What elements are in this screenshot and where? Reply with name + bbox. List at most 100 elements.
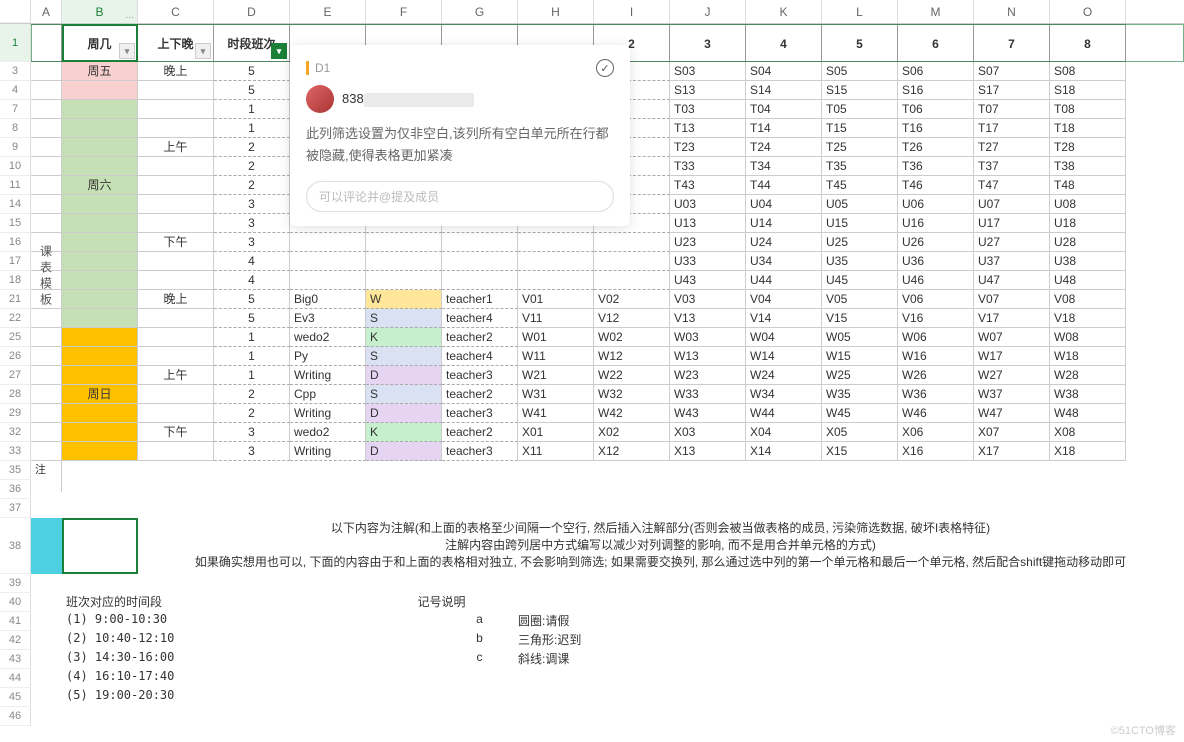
session[interactable]: 下午 [138, 233, 214, 252]
cell[interactable]: U23 [670, 233, 746, 252]
cell[interactable]: V18 [1050, 309, 1126, 328]
cell-a1[interactable] [31, 24, 62, 62]
cell[interactable]: T35 [822, 157, 898, 176]
row-head[interactable]: 3 [0, 62, 31, 81]
cell[interactable]: T28 [1050, 138, 1126, 157]
day-saturday[interactable] [62, 100, 138, 119]
header-5[interactable]: 5 [822, 24, 898, 62]
row-head[interactable]: 10 [0, 157, 31, 176]
cell[interactable]: S03 [670, 62, 746, 81]
header-3[interactable]: 3 [670, 24, 746, 62]
slot[interactable]: 2 [214, 138, 290, 157]
cell[interactable]: T46 [898, 176, 974, 195]
comment-reply-input[interactable]: 可以评论并@提及成员 [306, 181, 614, 212]
cell[interactable]: W07 [974, 328, 1050, 347]
cell[interactable]: W37 [974, 385, 1050, 404]
cell[interactable]: T33 [670, 157, 746, 176]
cell[interactable]: S15 [822, 81, 898, 100]
cell[interactable]: W21 [518, 366, 594, 385]
header-4[interactable]: 4 [746, 24, 822, 62]
slot[interactable]: 3 [214, 195, 290, 214]
course[interactable]: wedo2 [290, 328, 366, 347]
day-sunday[interactable] [62, 328, 138, 347]
col-head-a[interactable]: A [31, 0, 62, 23]
cell[interactable]: W28 [1050, 366, 1126, 385]
cell[interactable]: W05 [822, 328, 898, 347]
cell[interactable]: X18 [1050, 442, 1126, 461]
session[interactable] [138, 214, 214, 233]
day-sunday[interactable] [62, 404, 138, 423]
cell[interactable]: T18 [1050, 119, 1126, 138]
cell[interactable]: W31 [518, 385, 594, 404]
cell[interactable]: T06 [898, 100, 974, 119]
code[interactable] [366, 252, 442, 271]
row-head[interactable]: 38 [0, 518, 31, 574]
slot[interactable]: 5 [214, 62, 290, 81]
cell[interactable]: V15 [822, 309, 898, 328]
cell[interactable]: U06 [898, 195, 974, 214]
code[interactable]: D [366, 404, 442, 423]
teacher[interactable]: teacher3 [442, 442, 518, 461]
row-head[interactable]: 36 [0, 480, 31, 499]
cell[interactable]: V17 [974, 309, 1050, 328]
cell[interactable]: T27 [974, 138, 1050, 157]
cell[interactable]: V13 [670, 309, 746, 328]
day-friday-cont[interactable] [62, 81, 138, 100]
row-head[interactable]: 40 [0, 593, 31, 612]
cell[interactable]: T03 [670, 100, 746, 119]
cell[interactable]: T26 [898, 138, 974, 157]
slot[interactable]: 3 [214, 442, 290, 461]
cell[interactable]: W36 [898, 385, 974, 404]
cell[interactable]: T05 [822, 100, 898, 119]
cell[interactable]: V01 [518, 290, 594, 309]
col-head-o[interactable]: O [1050, 0, 1126, 23]
slot[interactable]: 1 [214, 366, 290, 385]
cell[interactable]: U07 [974, 195, 1050, 214]
row-head[interactable]: 28 [0, 385, 31, 404]
cell[interactable]: S17 [974, 81, 1050, 100]
cell[interactable]: U43 [670, 271, 746, 290]
day-saturday[interactable] [62, 290, 138, 309]
day-saturday[interactable] [62, 233, 138, 252]
teacher[interactable]: teacher1 [442, 290, 518, 309]
session[interactable] [138, 100, 214, 119]
course[interactable]: Ev3 [290, 309, 366, 328]
cell[interactable]: W01 [518, 328, 594, 347]
session[interactable]: 上午 [138, 366, 214, 385]
row-head[interactable]: 32 [0, 423, 31, 442]
cell[interactable]: V02 [594, 290, 670, 309]
cell[interactable] [518, 252, 594, 271]
slot[interactable]: 2 [214, 176, 290, 195]
row-head[interactable]: 27 [0, 366, 31, 385]
cell[interactable]: V11 [518, 309, 594, 328]
slot[interactable]: 1 [214, 100, 290, 119]
header-7[interactable]: 7 [974, 24, 1050, 62]
cell[interactable]: W24 [746, 366, 822, 385]
slot[interactable]: 3 [214, 214, 290, 233]
slot[interactable]: 5 [214, 290, 290, 309]
session-evening-cont[interactable] [138, 81, 214, 100]
cell[interactable]: T48 [1050, 176, 1126, 195]
cell[interactable]: S16 [898, 81, 974, 100]
cell[interactable]: X01 [518, 423, 594, 442]
slot[interactable]: 2 [214, 157, 290, 176]
day-saturday[interactable] [62, 195, 138, 214]
teacher[interactable] [442, 271, 518, 290]
cell[interactable]: X12 [594, 442, 670, 461]
cell[interactable] [594, 271, 670, 290]
cell[interactable]: T17 [974, 119, 1050, 138]
cell[interactable]: S18 [1050, 81, 1126, 100]
cell[interactable]: X06 [898, 423, 974, 442]
day-sunday[interactable] [62, 423, 138, 442]
row-head-1[interactable]: 1 [0, 24, 31, 62]
row-head[interactable]: 4 [0, 81, 31, 100]
cell[interactable]: T24 [746, 138, 822, 157]
cell[interactable]: W44 [746, 404, 822, 423]
col-head-f[interactable]: F [366, 0, 442, 23]
cell[interactable]: T07 [974, 100, 1050, 119]
cell[interactable]: S06 [898, 62, 974, 81]
row-head[interactable]: 25 [0, 328, 31, 347]
row-head[interactable]: 18 [0, 271, 31, 290]
cell[interactable]: S05 [822, 62, 898, 81]
code[interactable]: S [366, 309, 442, 328]
